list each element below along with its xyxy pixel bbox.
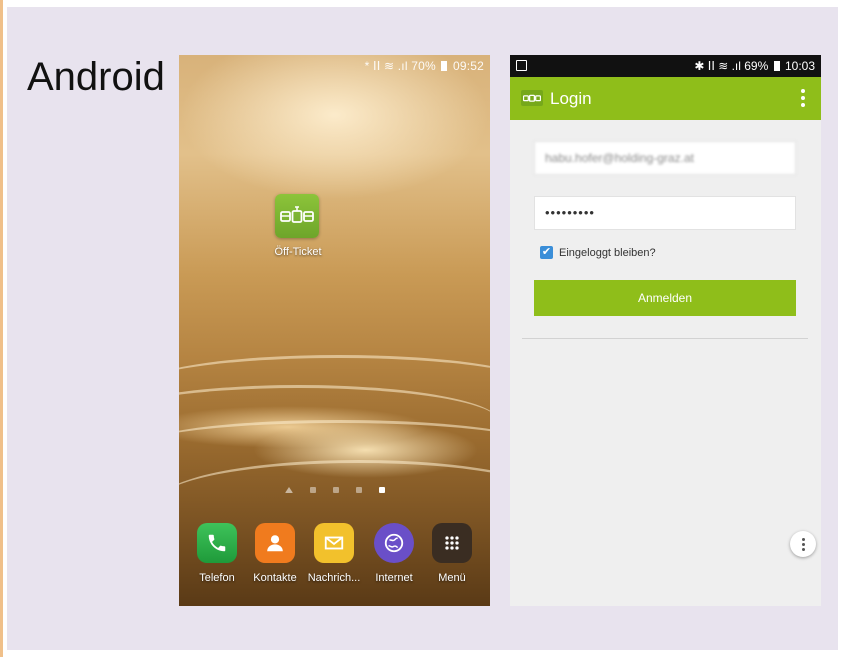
dock-label: Nachrich... <box>307 572 361 584</box>
divider <box>522 338 808 339</box>
message-icon <box>314 523 354 563</box>
dock-item-nachrichten[interactable]: Nachrich... <box>303 523 365 584</box>
phone-icon <box>197 523 237 563</box>
platform-heading: Android <box>27 55 165 99</box>
contact-icon <box>255 523 295 563</box>
screenshot-notification-icon <box>516 60 527 71</box>
app-dock: Telefon Kontakte Nachrich... Internet Me… <box>179 523 490 584</box>
page-dot-active[interactable] <box>378 487 385 493</box>
remember-checkbox[interactable]: ✔ <box>540 246 553 259</box>
page-title: Login <box>550 89 592 108</box>
password-field[interactable]: ••••••••• <box>534 196 796 230</box>
login-screen: ✱ ⅠⅠ ≋ .ıl 69% 10:03 Login habu.hofer@ho… <box>510 55 821 606</box>
dock-item-menu[interactable]: Menü <box>421 523 483 584</box>
home-page-dot[interactable] <box>284 487 293 493</box>
dock-item-telefon[interactable]: Telefon <box>186 523 248 584</box>
dock-label: Telefon <box>199 572 235 584</box>
floating-more-icon[interactable] <box>790 531 816 557</box>
home-screen: * ⅠⅠ ≋ .ıl 70% 09:52 Öff-Ticket Telefon <box>179 55 490 606</box>
clock: 10:03 <box>784 59 815 73</box>
globe-icon <box>374 523 414 563</box>
clock: 09:52 <box>452 59 484 73</box>
battery-icon <box>773 61 780 71</box>
status-icons: * ⅠⅠ ≋ .ıl <box>364 59 408 73</box>
email-field[interactable]: habu.hofer@holding-graz.at <box>534 141 796 175</box>
page-indicator <box>179 487 490 493</box>
dock-label: Internet <box>375 572 413 584</box>
apps-grid-icon <box>432 523 472 563</box>
overflow-menu-icon[interactable] <box>801 89 805 107</box>
app-icon-label: Öff-Ticket <box>274 246 322 258</box>
remember-label: Eingeloggt bleiben? <box>559 246 656 259</box>
login-status-bar: ✱ ⅠⅠ ≋ .ıl 69% 10:03 <box>510 55 821 77</box>
dock-label: Menü <box>438 572 466 584</box>
bus-tram-icon <box>280 206 314 223</box>
dock-item-kontakte[interactable]: Kontakte <box>244 523 306 584</box>
dock-item-internet[interactable]: Internet <box>363 523 425 584</box>
status-right: ✱ ⅠⅠ ≋ .ıl 69% 10:03 <box>694 59 815 73</box>
page-dot[interactable] <box>355 487 362 493</box>
page-dot[interactable] <box>309 487 316 493</box>
remember-me[interactable]: ✔ Eingeloggt bleiben? <box>540 246 656 259</box>
home-status-bar: * ⅠⅠ ≋ .ıl 70% 09:52 <box>365 59 484 73</box>
status-icons: ✱ ⅠⅠ ≋ .ıl <box>694 59 745 73</box>
oeff-ticket-app-icon[interactable] <box>275 194 319 238</box>
app-bar: Login <box>510 77 821 120</box>
dock-label: Kontakte <box>253 572 297 584</box>
battery-icon <box>441 61 448 71</box>
login-button[interactable]: Anmelden <box>534 280 796 316</box>
app-logo-icon <box>521 90 543 106</box>
battery-level: 69% <box>744 59 769 73</box>
battery-level: 70% <box>411 59 436 73</box>
page-dot[interactable] <box>332 487 339 493</box>
